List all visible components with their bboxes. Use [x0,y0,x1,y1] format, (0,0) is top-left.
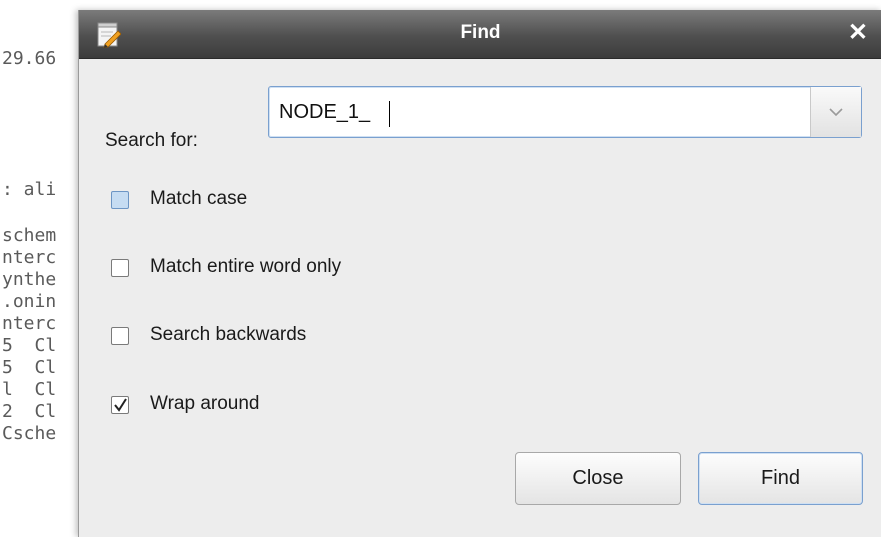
editor-line: .onin [2,291,57,312]
editor-line: 5 Cl [2,335,57,356]
dialog-titlebar[interactable]: Find ✕ [79,10,881,59]
editor-line: nterc [2,247,57,268]
match-case-label: Match case [150,188,248,209]
match-case-checkbox[interactable] [111,191,129,209]
editor-line: ynthe [2,269,57,290]
editor-line: : ali [2,179,57,200]
editor-line: 2 Cl [2,401,57,422]
close-button[interactable]: Close [515,452,681,505]
search-backwards-checkbox[interactable] [111,327,129,345]
editor-line: Csche [2,423,57,444]
close-x-icon[interactable]: ✕ [848,19,868,47]
match-entire-word-label: Match entire word only [150,256,342,277]
dialog-title: Find [460,22,501,43]
search-combobox[interactable] [268,86,862,138]
editor-line: 29.66 [2,48,57,69]
chevron-down-icon [829,108,843,117]
editor-line: l Cl [2,379,57,400]
wrap-around-label: Wrap around [150,393,260,414]
search-input[interactable] [279,98,779,126]
find-dialog: Find ✕ Search for: Match case Match enti… [78,10,881,537]
editor-line: nterc [2,313,57,334]
wrap-around-checkbox[interactable] [111,396,129,414]
search-for-label: Search for: [105,130,198,151]
find-button[interactable]: Find [698,452,863,505]
editor-line: 5 Cl [2,357,57,378]
search-history-dropdown-button[interactable] [810,87,861,137]
text-caret [389,101,390,127]
checkmark-icon [114,398,127,412]
editor-line: schem [2,225,57,246]
search-backwards-label: Search backwards [150,324,307,345]
match-entire-word-checkbox[interactable] [111,259,129,277]
